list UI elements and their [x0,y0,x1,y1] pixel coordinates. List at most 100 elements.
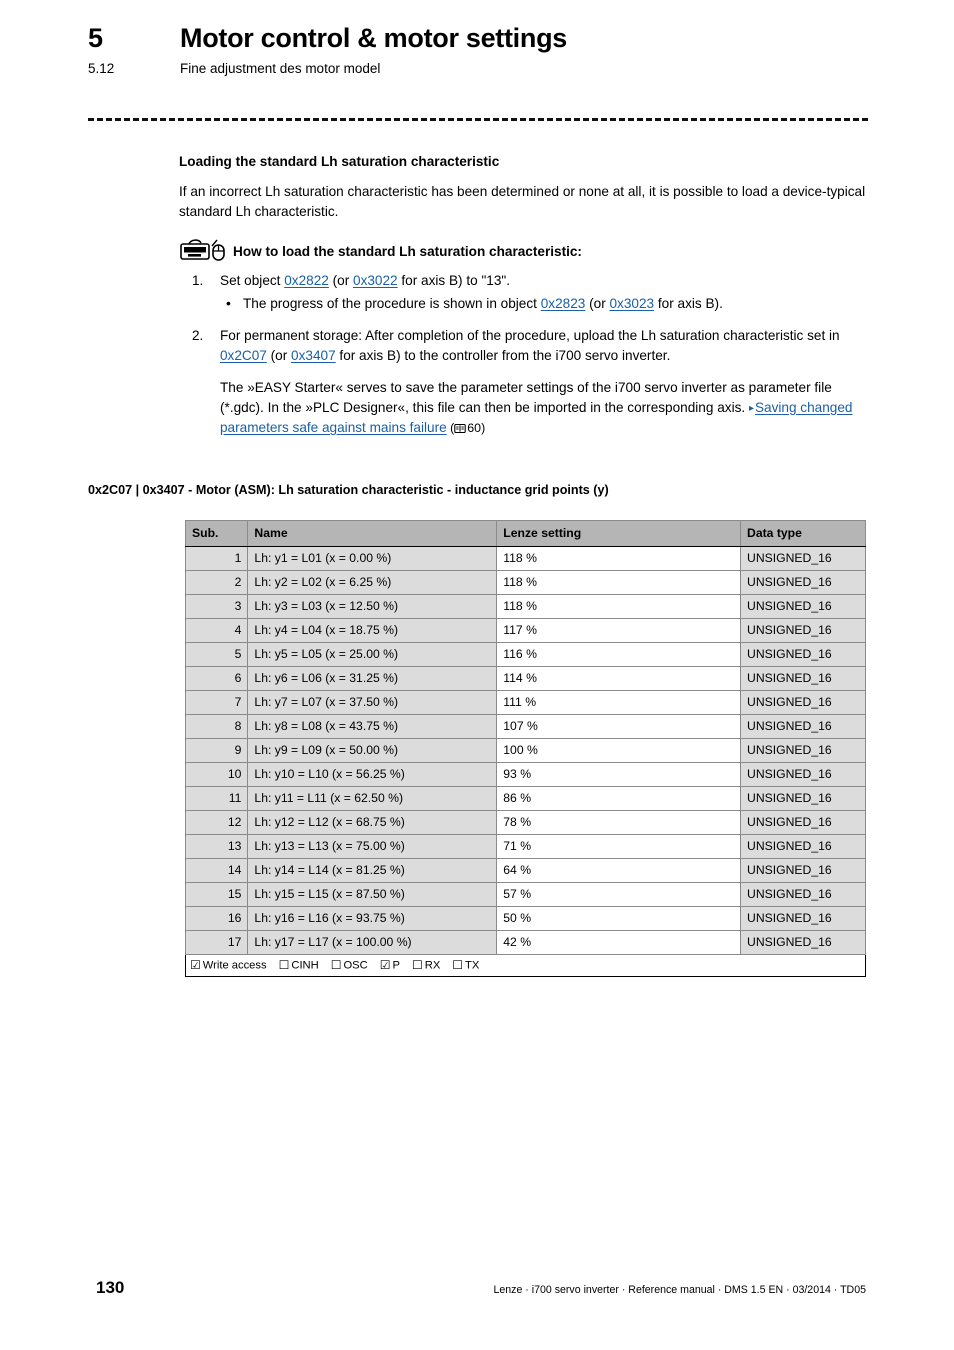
cell-setting: 111 % [496,690,742,715]
cell-sub: 17 [184,930,249,955]
step-1-text-c: for axis B) to "13". [397,272,511,288]
table-row: 5 Lh: y5 = L05 (x = 25.00 %) 116 % UNSIGNED… [184,642,866,667]
cell-setting: 42 % [496,930,742,955]
cell-datatype: UNSIGNED_16 [740,882,866,907]
cell-datatype: UNSIGNED_16 [740,546,866,571]
cell-name: Lh: y16 = L16 (x = 93.75 %) [247,906,498,931]
cell-datatype: UNSIGNED_16 [740,930,866,955]
cell-datatype: UNSIGNED_16 [740,738,866,763]
table-row: 14 Lh: y14 = L14 (x = 81.25 %) 64 % UNSIGNE… [184,858,866,883]
step-1-substeps: • The progress of the procedure is shown… [220,294,869,314]
table-row: 13 Lh: y13 = L13 (x = 75.00 %) 71 % UNSIGNE… [184,834,866,859]
cell-sub: 13 [184,834,249,859]
cell-setting: 114 % [496,666,742,691]
table-header: Sub. Name Lenze setting Data type [184,520,866,547]
column-header-datatype: Data type [740,520,866,547]
object-link-0x3407[interactable]: 0x3407 [291,348,336,363]
page-header: 5 Motor control & motor settings 5.12 Fi… [88,23,878,77]
section-number: 5.12 [88,61,115,77]
access-flags-cell: ☑ Write access ☐ CINH ☐ OSC ☑ P ☐ RX ☐ TX [185,954,866,977]
object-link-0x2C07[interactable]: 0x2C07 [220,348,267,363]
access-flag-label: CINH [291,959,319,972]
object-link-0x2822[interactable]: 0x2822 [284,273,329,288]
checkbox-unchecked-icon: ☐ [411,958,423,972]
table-row: 10 Lh: y10 = L10 (x = 56.25 %) 93 % UNSIGNE… [184,762,866,787]
cell-datatype: UNSIGNED_16 [740,618,866,643]
access-flags-row: ☑ Write access ☐ CINH ☐ OSC ☑ P ☐ RX ☐ TX [185,954,866,977]
step-1-marker: 1. [192,272,204,288]
cell-sub: 12 [184,810,249,835]
table-row: 15 Lh: y15 = L15 (x = 87.50 %) 57 % UNSIGNE… [184,882,866,907]
object-link-0x3022[interactable]: 0x3022 [353,273,398,288]
parameter-table: Sub. Name Lenze setting Data type 1 Lh: y… [184,520,866,977]
cell-sub: 3 [184,594,249,619]
cell-setting: 118 % [496,546,742,571]
step-2: 2. For permanent storage: After completi… [179,326,869,440]
table-row: 2 Lh: y2 = L02 (x = 6.25 %) 118 % UNSIGNED_… [184,570,866,595]
table-caption: 0x2C07 | 0x3407 - Motor (ASM): Lh satura… [88,483,609,497]
cell-name: Lh: y10 = L10 (x = 56.25 %) [247,762,498,787]
cell-datatype: UNSIGNED_16 [740,570,866,595]
access-flags-list: ☑ Write access ☐ CINH ☐ OSC ☑ P ☐ RX ☐ TX [190,958,860,973]
table-row: 17 Lh: y17 = L17 (x = 100.00 %) 42 % UNSIGN… [184,930,866,955]
cell-name: Lh: y15 = L15 (x = 87.50 %) [247,882,498,907]
cell-setting: 57 % [496,882,742,907]
table-row: 16 Lh: y16 = L16 (x = 93.75 %) 50 % UNSIGNE… [184,906,866,931]
checkbox-unchecked-icon: ☐ [452,958,464,972]
chapter-title: Motor control & motor settings [180,23,567,53]
howto-block: How to load the standard Lh saturation c… [179,238,869,264]
step-1-text-a: Set object [220,272,285,288]
object-link-0x2823[interactable]: 0x2823 [541,296,586,311]
object-link-0x3023[interactable]: 0x3023 [610,296,655,311]
cell-name: Lh: y1 = L01 (x = 0.00 %) [247,546,498,571]
cell-name: Lh: y2 = L02 (x = 6.25 %) [247,570,498,595]
cell-setting: 86 % [496,786,742,811]
cell-datatype: UNSIGNED_16 [740,594,866,619]
cell-sub: 4 [184,618,249,643]
column-header-setting: Lenze setting [496,520,742,547]
table-row: 9 Lh: y9 = L09 (x = 50.00 %) 100 % UNSIGNED… [184,738,866,763]
header-divider [88,118,868,121]
cell-datatype: UNSIGNED_16 [740,714,866,739]
page-footer: 130 Lenze · i700 servo inverter · Refere… [0,1278,954,1308]
cell-sub: 9 [184,738,249,763]
cell-setting: 71 % [496,834,742,859]
keyboard-mouse-icon [179,238,227,264]
cell-name: Lh: y8 = L08 (x = 43.75 %) [247,714,498,739]
book-icon [454,420,467,440]
access-flag-rx: ☐ RX [412,958,440,973]
access-flag-osc: ☐ OSC [331,958,368,973]
step-2-text-b: (or [266,347,292,363]
cell-sub: 14 [184,858,249,883]
cell-sub: 16 [184,906,249,931]
cell-sub: 10 [184,762,249,787]
cell-setting: 64 % [496,858,742,883]
table-header-row: Sub. Name Lenze setting Data type [184,520,866,547]
table-row: 11 Lh: y11 = L11 (x = 62.50 %) 86 % UNSIGNE… [184,786,866,811]
cell-name: Lh: y7 = L07 (x = 37.50 %) [247,690,498,715]
checkbox-checked-icon: ☑ [379,958,391,972]
page-number: 130 [96,1278,125,1297]
bullet-icon: • [226,294,231,311]
cell-datatype: UNSIGNED_16 [740,834,866,859]
cell-name: Lh: y3 = L03 (x = 12.50 %) [247,594,498,619]
cell-sub: 8 [184,714,249,739]
table-row: 12 Lh: y12 = L12 (x = 68.75 %) 78 % UNSIGNE… [184,810,866,835]
step-2-note: The »EASY Starter« serves to save the pa… [220,378,869,440]
footer-note: Lenze · i700 servo inverter · Reference … [493,1284,866,1296]
column-header-sub: Sub. [184,520,249,547]
step-2-note-text: The »EASY Starter« serves to save the pa… [220,379,832,415]
cell-setting: 93 % [496,762,742,787]
step-2-marker: 2. [192,327,204,343]
cell-name: Lh: y17 = L17 (x = 100.00 %) [247,930,498,955]
cell-datatype: UNSIGNED_16 [740,642,866,667]
checkbox-unchecked-icon: ☐ [330,958,342,972]
checkbox-checked-icon: ☑ [190,958,201,972]
cell-datatype: UNSIGNED_16 [740,906,866,931]
access-flag-cinh: ☐ CINH [279,958,319,973]
step-2-text-c: for axis B) to the controller from the i… [335,347,671,363]
table-row: 6 Lh: y6 = L06 (x = 31.25 %) 114 % UNSIGNED… [184,666,866,691]
howto-title: How to load the standard Lh saturation c… [233,243,582,259]
cell-name: Lh: y6 = L06 (x = 31.25 %) [247,666,498,691]
content-heading: Loading the standard Lh saturation chara… [179,154,500,169]
